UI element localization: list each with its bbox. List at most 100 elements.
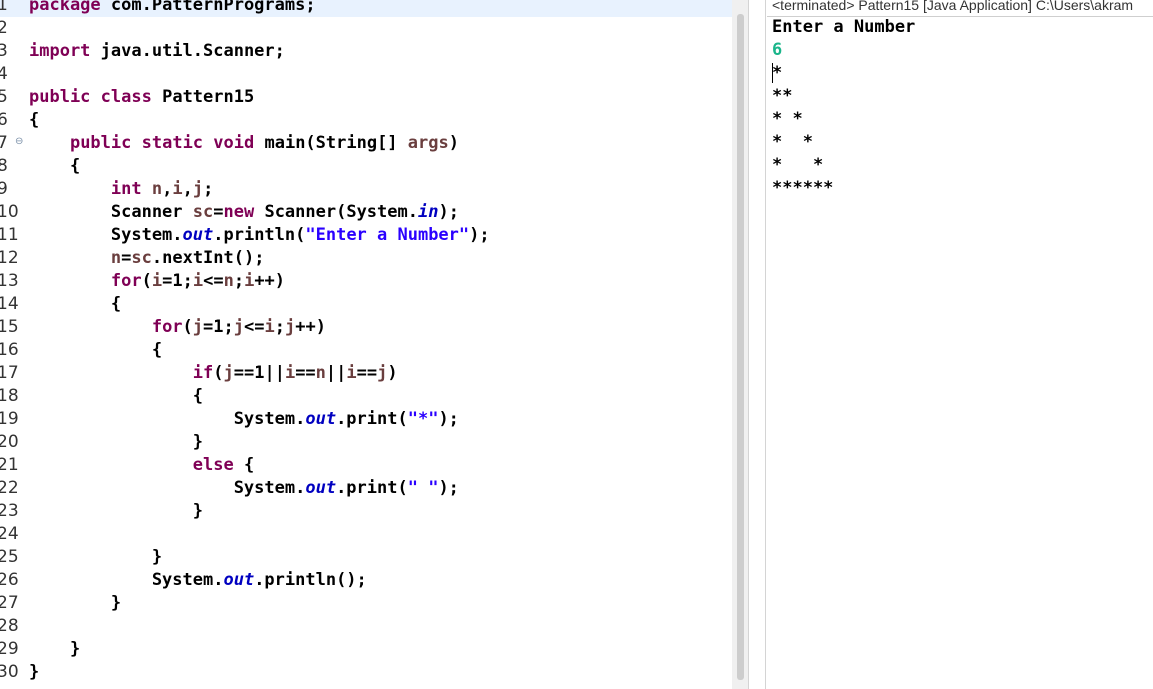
code-token: sc	[131, 248, 152, 268]
code-line[interactable]: 13 for(i=1;i<=n;i++)	[0, 270, 732, 293]
line-number: 26	[0, 570, 19, 590]
code-line[interactable]: 9 int n,i,j;	[0, 178, 732, 201]
code-line[interactable]: 15 for(j=1;j<=i;j++)	[0, 316, 732, 339]
code-token: out	[305, 409, 337, 429]
code-line[interactable]: 3 import java.util.Scanner;	[0, 40, 732, 63]
line-number: 14	[0, 294, 19, 314]
code-line[interactable]: 27 }	[0, 592, 732, 615]
code-token: i	[192, 271, 204, 291]
code-token: }	[29, 639, 81, 659]
console-output-line: * *	[772, 132, 813, 152]
code-token: j	[192, 179, 204, 199]
code-line[interactable]: 26 System.out.println();	[0, 569, 732, 592]
code-line[interactable]: 6{	[0, 109, 732, 132]
code-line[interactable]: 18 {	[0, 385, 732, 408]
line-number: 30	[0, 662, 19, 682]
line-number: 25	[0, 547, 19, 567]
code-token: args	[407, 133, 449, 153]
code-line[interactable]: 11 System.out.println("Enter a Number");	[0, 224, 732, 247]
code-text: int n,i,j;	[29, 178, 213, 201]
code-token: "*"	[407, 409, 439, 429]
code-line[interactable]: 1 package com.PatternPrograms;	[0, 0, 732, 17]
line-number: 4	[0, 64, 8, 84]
console-process-label: <terminated> Pattern15 [Java Application…	[772, 0, 1134, 13]
line-number: 20	[0, 432, 19, 452]
code-token: in	[417, 202, 439, 222]
code-token: class	[100, 87, 152, 107]
code-token: else	[192, 455, 234, 475]
code-line[interactable]: 12 n=sc.nextInt();	[0, 247, 732, 270]
code-token: ==1||	[233, 363, 285, 383]
code-token: System.	[29, 478, 306, 498]
code-line[interactable]: 17 if(j==1||i==n||i==j)	[0, 362, 732, 385]
code-text: import java.util.Scanner;	[29, 40, 285, 63]
code-token: j	[192, 317, 204, 337]
code-line[interactable]: 2	[0, 17, 732, 40]
code-line[interactable]: 8 {	[0, 155, 732, 178]
line-number: 1	[0, 0, 8, 15]
code-line[interactable]: 19 System.out.print("*");	[0, 408, 732, 431]
console-view[interactable]: <terminated> Pattern15 [Java Application…	[767, 0, 1153, 689]
code-text: for(j=1;j<=i;j++)	[29, 316, 326, 339]
code-text: }	[29, 500, 203, 523]
code-line[interactable]: 22 System.out.print(" ");	[0, 477, 732, 500]
code-token: main(String[]	[254, 133, 408, 153]
code-token: ,	[182, 179, 193, 199]
code-text: n=sc.nextInt();	[29, 247, 265, 270]
code-token: out	[182, 225, 214, 245]
code-line[interactable]: 23 }	[0, 500, 732, 523]
code-token: j	[377, 363, 388, 383]
code-token: out	[305, 478, 337, 498]
code-token: =1;	[162, 271, 193, 291]
code-token: ;	[203, 179, 214, 199]
code-line[interactable]: 4	[0, 63, 732, 86]
fold-collapse-icon[interactable]: ⊖	[15, 132, 23, 152]
code-editor[interactable]: 1 package com.PatternPrograms; 2 3 import ja…	[0, 0, 732, 689]
line-number: 5	[0, 87, 8, 107]
code-line[interactable]: 10 Scanner sc=new Scanner(System.in);	[0, 201, 732, 224]
code-line[interactable]: 7 ⊖ public static void main(String[] args…	[0, 132, 732, 155]
code-token: n	[223, 271, 234, 291]
code-line[interactable]: 20 }	[0, 431, 732, 454]
code-text: }	[29, 546, 162, 569]
code-line[interactable]: 25 }	[0, 546, 732, 569]
code-token: i	[151, 271, 163, 291]
code-token: System.	[29, 409, 306, 429]
code-line[interactable]: 30}	[0, 661, 732, 684]
code-text: }	[29, 592, 121, 615]
code-token: (	[182, 317, 193, 337]
code-line[interactable]: 21 else {	[0, 454, 732, 477]
line-number: 24	[0, 524, 19, 544]
code-token: com.PatternPrograms;	[100, 0, 316, 15]
code-token: );	[438, 478, 459, 498]
pane-divider[interactable]	[748, 0, 766, 689]
code-token: System.	[29, 225, 183, 245]
code-line[interactable]: 16 {	[0, 339, 732, 362]
editor-scrollbar-thumb[interactable]	[737, 14, 744, 680]
code-line[interactable]: 29 }	[0, 638, 732, 661]
console-output-line: * *	[772, 109, 803, 129]
code-text: System.out.print("*");	[29, 408, 459, 431]
line-number: 27	[0, 593, 19, 613]
code-token: =1;	[203, 317, 234, 337]
text-caret	[772, 63, 773, 83]
code-text: Scanner sc=new Scanner(System.in);	[29, 201, 459, 224]
code-line[interactable]: 5 public class Pattern15	[0, 86, 732, 109]
code-token: {	[29, 386, 203, 406]
code-token: <=	[244, 317, 265, 337]
code-token: j	[223, 363, 234, 383]
code-line[interactable]: 24	[0, 523, 732, 546]
code-token: j	[285, 317, 296, 337]
code-token: }	[29, 593, 122, 613]
code-token: {	[233, 455, 255, 475]
code-line[interactable]: 28	[0, 615, 732, 638]
console-header: <terminated> Pattern15 [Java Application…	[767, 0, 1153, 17]
code-token: {	[29, 294, 122, 314]
code-line[interactable]: 14 {	[0, 293, 732, 316]
